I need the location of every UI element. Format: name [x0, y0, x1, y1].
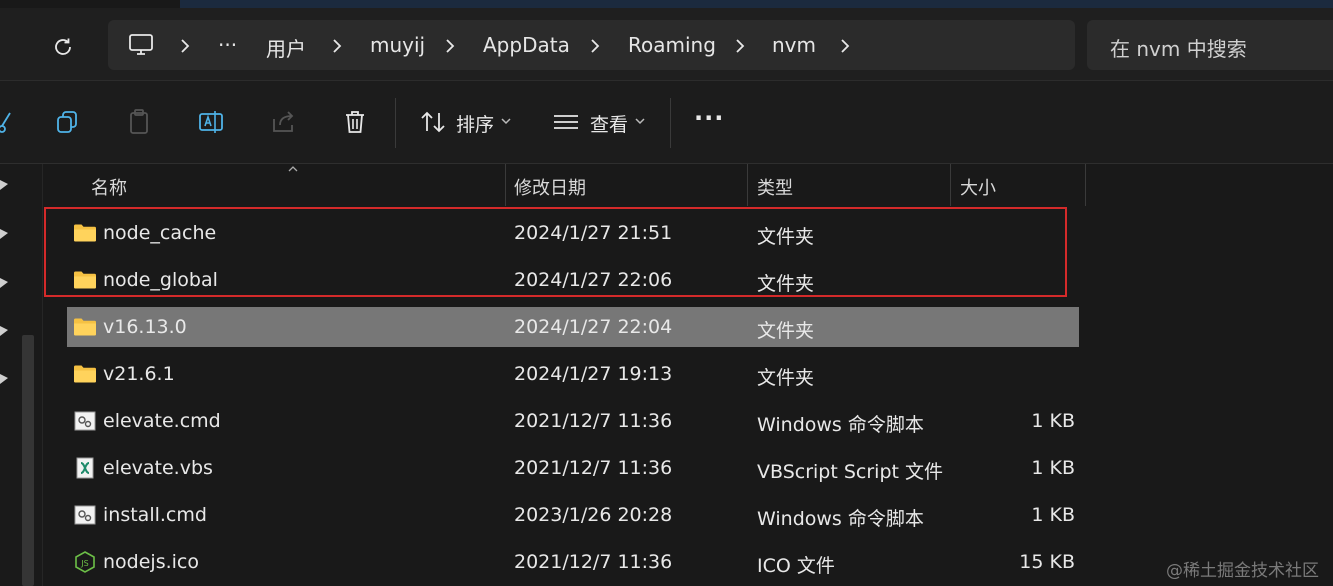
- toolbar-separator: [670, 98, 671, 148]
- column-header-row: [42, 164, 1333, 208]
- file-name: v21.6.1: [103, 363, 175, 385]
- column-header-modified[interactable]: 修改日期: [514, 174, 586, 200]
- file-name: v16.13.0: [103, 316, 187, 338]
- more-options-button[interactable]: ···: [694, 104, 724, 132]
- cmd-file-icon: [73, 410, 97, 432]
- refresh-icon: [55, 38, 71, 55]
- nodejs-icon: JS: [73, 551, 97, 573]
- column-header-type[interactable]: 类型: [757, 174, 793, 200]
- chevron-right-icon[interactable]: [838, 38, 852, 54]
- title-strip: [180, 0, 1333, 8]
- cut-icon[interactable]: [0, 107, 18, 137]
- rename-icon[interactable]: [196, 107, 226, 137]
- column-header-size[interactable]: 大小: [960, 174, 996, 200]
- cmd-file-icon: [73, 504, 97, 526]
- file-modified-date: 2021/12/7 11:36: [514, 551, 673, 573]
- file-type: VBScript Script 文件: [757, 461, 943, 483]
- toolbar-separator: [395, 98, 396, 148]
- sort-button[interactable]: 排序: [456, 110, 494, 137]
- breadcrumb-item-users[interactable]: 用户: [266, 33, 306, 62]
- breadcrumb-item-muyij[interactable]: muyij: [370, 33, 425, 57]
- pin-icon[interactable]: [0, 276, 10, 290]
- pin-icon[interactable]: [0, 372, 10, 386]
- watermark: @稀土掘金技术社区: [1166, 561, 1319, 581]
- chevron-down-icon[interactable]: [500, 116, 512, 126]
- column-header-name[interactable]: 名称: [91, 174, 127, 200]
- annotation-highlight-box: [44, 207, 1067, 297]
- folder-icon: [73, 363, 97, 385]
- file-modified-date: 2024/1/27 19:13: [514, 363, 673, 385]
- column-divider[interactable]: [505, 164, 506, 206]
- file-type: 文件夹: [757, 367, 815, 389]
- file-name: elevate.vbs: [103, 457, 213, 479]
- column-divider[interactable]: [747, 164, 748, 206]
- file-modified-date: 2024/1/27 22:04: [514, 316, 673, 338]
- vbs-file-icon: [73, 457, 97, 479]
- file-size: 1 KB: [1031, 457, 1075, 479]
- pin-icon[interactable]: [0, 324, 10, 338]
- folder-icon: [73, 316, 97, 338]
- refresh-button[interactable]: [48, 32, 78, 62]
- paste-icon[interactable]: [125, 107, 155, 137]
- file-type: Windows 命令脚本: [757, 508, 924, 530]
- copy-icon[interactable]: [53, 107, 83, 137]
- file-type: ICO 文件: [757, 555, 835, 577]
- file-modified-date: 2023/1/26 20:28: [514, 504, 673, 526]
- share-icon[interactable]: [268, 107, 298, 137]
- pin-icon[interactable]: [0, 178, 10, 192]
- nav-scrollbar[interactable]: [22, 335, 34, 586]
- breadcrumb-item-nvm[interactable]: nvm: [772, 33, 816, 57]
- file-size: 15 KB: [1019, 551, 1075, 573]
- column-divider[interactable]: [950, 164, 951, 206]
- chevron-right-icon[interactable]: [443, 38, 457, 54]
- file-size: 1 KB: [1031, 410, 1075, 432]
- file-modified-date: 2021/12/7 11:36: [514, 457, 673, 479]
- file-size: 1 KB: [1031, 504, 1075, 526]
- this-pc-icon[interactable]: [128, 33, 154, 57]
- column-divider[interactable]: [1085, 164, 1086, 206]
- file-type: Windows 命令脚本: [757, 414, 924, 436]
- delete-icon[interactable]: [340, 107, 370, 137]
- breadcrumb-item-roaming[interactable]: Roaming: [628, 33, 716, 57]
- file-type: 文件夹: [757, 320, 815, 342]
- chevron-right-icon[interactable]: [733, 38, 747, 54]
- breadcrumb-more[interactable]: ···: [218, 33, 237, 57]
- pin-icon[interactable]: [0, 227, 10, 241]
- sort-ascending-icon: [288, 166, 298, 172]
- search-placeholder: 在 nvm 中搜索: [1110, 37, 1247, 61]
- file-name: install.cmd: [103, 504, 207, 526]
- chevron-right-icon[interactable]: [178, 38, 192, 54]
- view-icon[interactable]: [551, 107, 581, 137]
- file-name: nodejs.ico: [103, 551, 199, 573]
- file-name: elevate.cmd: [103, 410, 221, 432]
- sort-icon[interactable]: [418, 107, 448, 137]
- svg-text:JS: JS: [80, 559, 88, 568]
- chevron-down-icon[interactable]: [634, 116, 646, 126]
- breadcrumb-item-appdata[interactable]: AppData: [483, 33, 570, 57]
- chevron-right-icon[interactable]: [588, 38, 602, 54]
- chevron-right-icon[interactable]: [330, 38, 344, 54]
- view-button[interactable]: 查看: [590, 110, 628, 137]
- file-modified-date: 2021/12/7 11:36: [514, 410, 673, 432]
